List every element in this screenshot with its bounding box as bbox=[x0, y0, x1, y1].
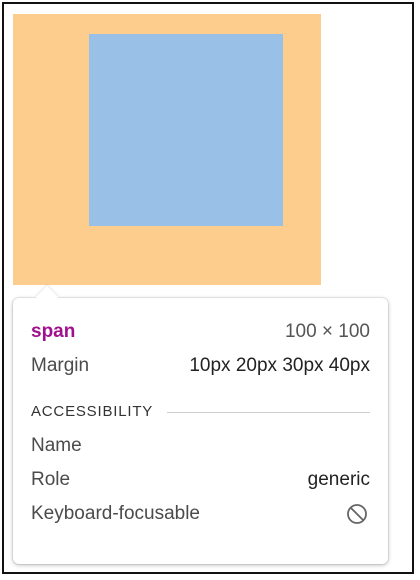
role-value: generic bbox=[307, 469, 370, 490]
content-highlight bbox=[89, 34, 283, 226]
margin-highlight bbox=[13, 14, 321, 285]
accessibility-header-label: ACCESSIBILITY bbox=[31, 403, 154, 420]
inspect-tooltip: span 100 × 100 Margin 10px 20px 30px 40p… bbox=[13, 285, 388, 564]
accessibility-role-row: Role generic bbox=[31, 463, 370, 497]
accessibility-section-header: ACCESSIBILITY bbox=[31, 397, 370, 427]
focusable-label: Keyboard-focusable bbox=[31, 503, 200, 524]
accessibility-name-row: Name bbox=[31, 429, 370, 463]
margin-value: 10px 20px 30px 40px bbox=[189, 355, 370, 376]
margin-row: Margin 10px 20px 30px 40px bbox=[31, 349, 370, 383]
section-divider bbox=[167, 411, 370, 413]
element-tag-name: span bbox=[31, 321, 76, 342]
not-allowed-icon bbox=[346, 503, 368, 525]
margin-label: Margin bbox=[31, 355, 90, 376]
accessibility-focusable-row: Keyboard-focusable bbox=[31, 497, 370, 531]
name-label: Name bbox=[31, 435, 82, 456]
element-dimensions: 100 × 100 bbox=[284, 321, 370, 342]
role-label: Role bbox=[31, 469, 71, 490]
element-info-row: span 100 × 100 bbox=[31, 315, 370, 349]
